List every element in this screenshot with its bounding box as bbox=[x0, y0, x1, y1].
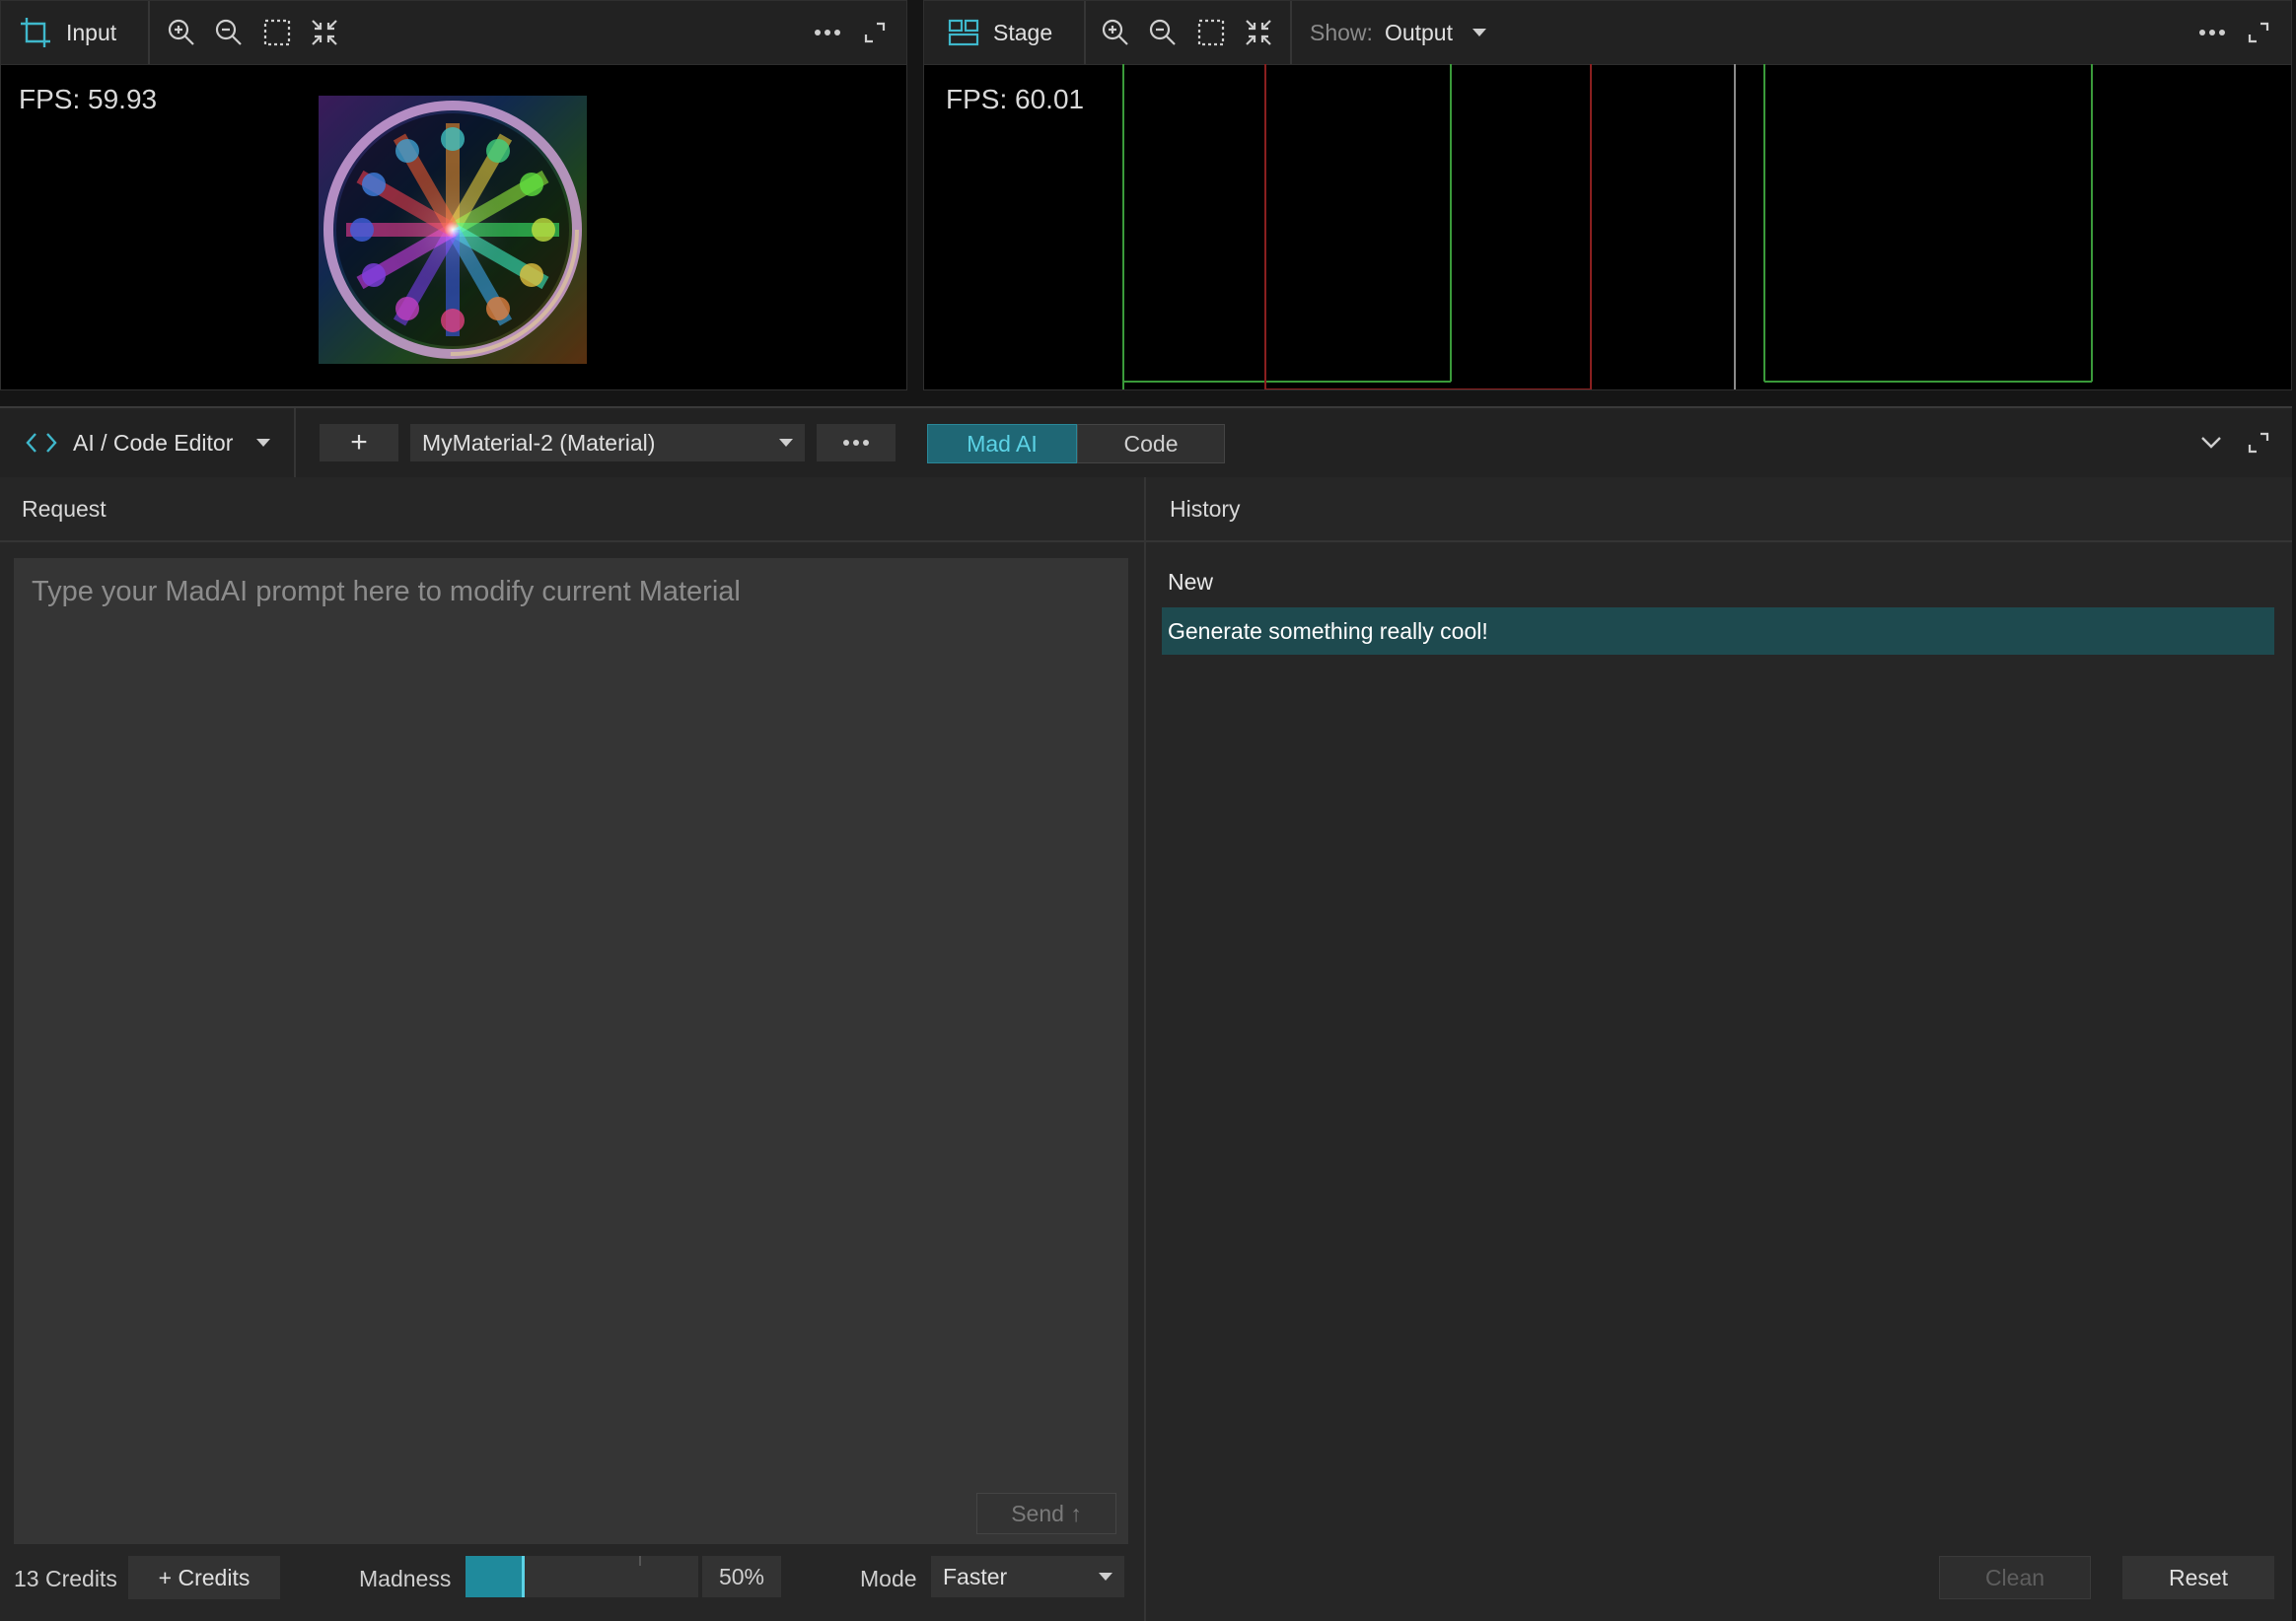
input-toolbar: Input bbox=[1, 1, 906, 65]
editor-toolbar: AI / Code Editor + MyMaterial-2 (Materia… bbox=[0, 408, 2292, 478]
mode-select-value: Faster bbox=[943, 1563, 1008, 1589]
toolbar-divider bbox=[148, 1, 150, 64]
zoom-out-icon[interactable] bbox=[211, 15, 247, 50]
zoom-out-icon[interactable] bbox=[1145, 15, 1181, 50]
fit-view-icon[interactable] bbox=[1241, 15, 1276, 50]
expand-icon[interactable] bbox=[857, 15, 893, 50]
request-header: Request bbox=[0, 477, 1144, 542]
ai-code-editor: AI / Code Editor + MyMaterial-2 (Materia… bbox=[0, 406, 2292, 1621]
input-fps-readout: FPS: 59.93 bbox=[19, 84, 158, 114]
code-brackets-icon bbox=[26, 431, 57, 455]
show-output-select[interactable]: Show: Output bbox=[1310, 1, 1486, 64]
show-value: Output bbox=[1384, 19, 1453, 45]
madness-slider[interactable] bbox=[466, 1556, 698, 1597]
input-preview-image bbox=[319, 96, 587, 364]
panel-divider bbox=[1144, 477, 1146, 1621]
history-item-selected[interactable]: Generate something really cool! bbox=[1162, 607, 2274, 655]
fit-view-icon[interactable] bbox=[307, 15, 342, 50]
select-area-icon[interactable] bbox=[1193, 15, 1229, 50]
chevron-down-icon bbox=[1471, 29, 1486, 36]
material-select-value: MyMaterial-2 (Material) bbox=[422, 429, 656, 456]
toolbar-divider bbox=[1084, 1, 1086, 64]
tab-code[interactable]: Code bbox=[1077, 424, 1225, 463]
history-header: History bbox=[1146, 477, 2292, 542]
history-title: History bbox=[1170, 495, 1241, 522]
input-title: Input bbox=[66, 19, 117, 45]
add-material-button[interactable]: + bbox=[320, 424, 398, 461]
module-title: AI / Code Editor bbox=[73, 429, 234, 456]
add-credits-button[interactable]: + Credits bbox=[128, 1556, 280, 1599]
madness-slider-fill bbox=[466, 1556, 524, 1597]
expand-icon[interactable] bbox=[2241, 15, 2276, 50]
stage-title: Stage bbox=[993, 19, 1053, 45]
input-viewer: Input FPS: 59.93 bbox=[0, 0, 907, 390]
clean-button[interactable]: Clean bbox=[1939, 1556, 2091, 1599]
show-label: Show: bbox=[1310, 19, 1373, 45]
request-title: Request bbox=[22, 495, 107, 522]
send-button[interactable]: Send ↑ bbox=[976, 1493, 1116, 1534]
stage-layout-icon bbox=[948, 19, 979, 46]
zoom-in-icon[interactable] bbox=[1098, 15, 1133, 50]
credits-count: 13 Credits bbox=[14, 1566, 117, 1591]
expand-icon[interactable] bbox=[2241, 425, 2276, 460]
stage-canvas bbox=[924, 64, 2291, 389]
mode-select[interactable]: Faster bbox=[931, 1556, 1124, 1597]
more-icon bbox=[843, 440, 869, 446]
zoom-in-icon[interactable] bbox=[164, 15, 199, 50]
history-item-new[interactable]: New bbox=[1162, 558, 2274, 605]
reset-button[interactable]: Reset bbox=[2122, 1556, 2274, 1599]
input-title-button[interactable]: Input bbox=[19, 1, 116, 64]
toolbar-divider bbox=[1290, 1, 1292, 64]
module-selector[interactable]: AI / Code Editor bbox=[26, 408, 271, 477]
chevron-down-icon bbox=[256, 439, 271, 447]
toolbar-divider bbox=[294, 408, 296, 477]
madness-label: Madness bbox=[359, 1566, 452, 1591]
madness-value: 50% bbox=[702, 1556, 781, 1597]
tab-mad-ai[interactable]: Mad AI bbox=[927, 424, 1077, 463]
crop-icon bbox=[19, 16, 52, 49]
collapse-chevron-icon[interactable] bbox=[2193, 425, 2229, 460]
stage-viewer: Stage Show: Output FPS: 60.01 bbox=[923, 0, 2292, 390]
madness-slider-thumb[interactable] bbox=[522, 1556, 525, 1597]
chevron-down-icon bbox=[1099, 1573, 1112, 1581]
mode-label: Mode bbox=[860, 1566, 917, 1591]
material-more-button[interactable] bbox=[817, 424, 896, 461]
stage-toolbar: Stage Show: Output bbox=[924, 1, 2291, 65]
more-icon[interactable] bbox=[810, 15, 845, 50]
slider-tick bbox=[639, 1556, 641, 1566]
stage-title-button[interactable]: Stage bbox=[948, 1, 1052, 64]
material-select[interactable]: MyMaterial-2 (Material) bbox=[410, 424, 805, 461]
chevron-down-icon bbox=[779, 439, 793, 447]
select-area-icon[interactable] bbox=[259, 15, 295, 50]
prompt-input[interactable] bbox=[14, 558, 1128, 1544]
more-icon[interactable] bbox=[2194, 15, 2230, 50]
